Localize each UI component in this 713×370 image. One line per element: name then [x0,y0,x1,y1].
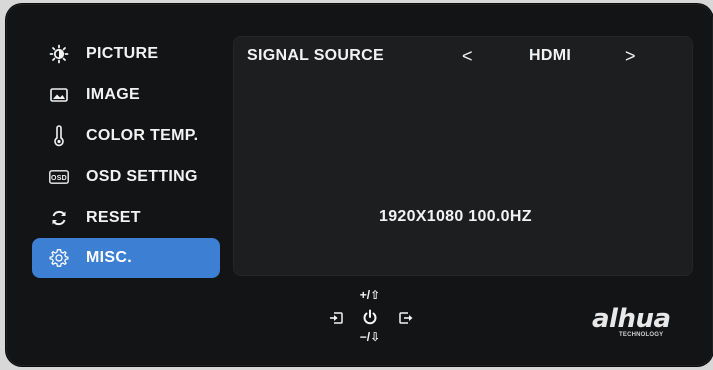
menu-item-image[interactable]: IMAGE [32,75,220,115]
menu-item-misc[interactable]: MISC. [32,238,220,278]
menu-item-picture[interactable]: PICTURE [32,34,220,74]
signal-source-next-button[interactable]: > [625,46,636,67]
osd-menu: PICTURE IMAGE COLOR TEMP. OSD OSD SETTIN… [32,34,220,280]
menu-item-reset[interactable]: RESET [32,198,220,238]
exit-icon[interactable] [397,310,415,326]
down-minus-button[interactable]: −/⇩ [356,330,384,344]
menu-item-label: RESET [86,209,141,226]
brand-logo: alhua TECHNOLOGY [592,306,712,346]
up-plus-button[interactable]: +/⇧ [356,288,384,302]
reset-icon [48,207,70,229]
menu-item-label: PICTURE [86,45,159,62]
osd-icon: OSD [48,166,70,188]
resolution-status: 1920X1080 100.0HZ [379,208,532,225]
menu-item-label: OSD SETTING [86,168,198,185]
control-buttons-legend: +/⇧ −/⇩ [325,288,415,348]
signal-source-prev-button[interactable]: < [462,46,473,67]
signal-source-value[interactable]: HDMI [529,47,571,65]
logo-subtext: TECHNOLOGY [619,332,664,338]
menu-item-label: IMAGE [86,86,140,103]
misc-settings-panel: SIGNAL SOURCE < HDMI > 1920X1080 100.0HZ [233,36,693,276]
menu-item-color-temp[interactable]: COLOR TEMP. [32,116,220,156]
brightness-icon [48,43,70,65]
image-icon [48,84,70,106]
gear-icon [48,247,70,269]
logo-wordmark: alhua [592,304,671,334]
menu-item-osd-setting[interactable]: OSD OSD SETTING [32,157,220,197]
signal-source-label: SIGNAL SOURCE [247,47,384,64]
input-source-icon[interactable] [327,310,345,326]
power-icon[interactable] [361,308,379,326]
thermometer-icon [48,125,70,147]
svg-text:OSD: OSD [51,175,67,182]
menu-item-label: MISC. [86,249,132,266]
menu-item-label: COLOR TEMP. [86,127,199,144]
